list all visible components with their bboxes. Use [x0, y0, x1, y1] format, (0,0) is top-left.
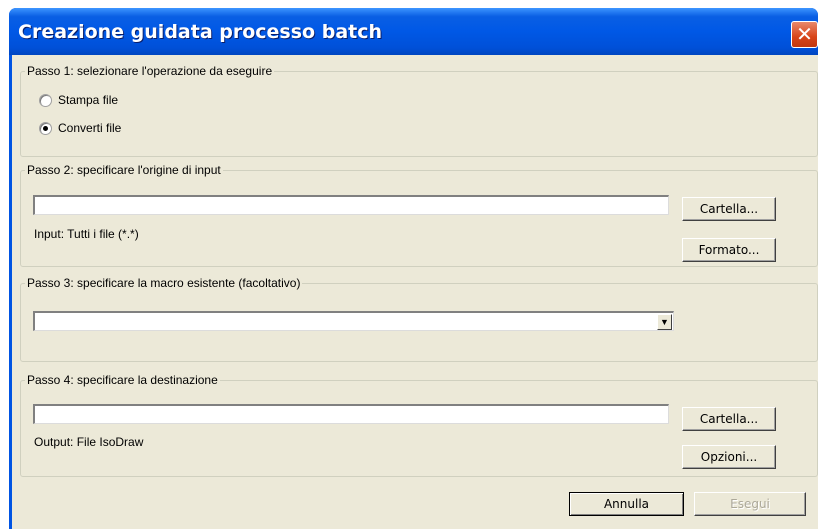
output-options-button[interactable]: Opzioni... [682, 445, 776, 469]
radio-converti-indicator[interactable] [39, 121, 52, 135]
output-folder-button[interactable]: Cartella... [682, 407, 776, 431]
chevron-down-icon[interactable]: ▼ [657, 314, 672, 330]
dialog-window: Creazione guidata processo batch ✕ Passo… [9, 8, 818, 529]
dialog-body: Passo 1: selezionare l'operazione da ese… [12, 55, 818, 529]
title-bar[interactable]: Creazione guidata processo batch ✕ [9, 8, 818, 55]
output-destination-field[interactable] [33, 404, 669, 424]
close-icon: ✕ [796, 22, 813, 46]
input-folder-button[interactable]: Cartella... [682, 197, 776, 221]
radio-stampa-file[interactable]: Stampa file [39, 93, 118, 107]
input-info: Input: Tutti i file (*.*) [34, 227, 139, 241]
macro-select[interactable]: ▼ [33, 311, 674, 331]
output-info: Output: File IsoDraw [34, 435, 144, 449]
cancel-button[interactable]: Annulla [569, 492, 684, 516]
step4-legend: Passo 4: specificare la destinazione [27, 373, 218, 387]
run-button[interactable]: Esegui [694, 492, 806, 516]
close-button[interactable]: ✕ [791, 21, 818, 48]
window-title: Creazione guidata processo batch [18, 21, 383, 43]
step3-legend: Passo 3: specificare la macro esistente … [27, 276, 301, 290]
input-format-button[interactable]: Formato... [682, 238, 776, 262]
radio-stampa-indicator[interactable] [39, 93, 52, 107]
radio-converti-label: Converti file [58, 121, 122, 135]
step2-legend: Passo 2: specificare l'origine di input [27, 163, 221, 177]
radio-converti-file[interactable]: Converti file [39, 121, 121, 135]
step1-legend: Passo 1: selezionare l'operazione da ese… [27, 64, 273, 78]
input-source-field[interactable] [33, 195, 669, 215]
radio-stampa-label: Stampa file [58, 93, 119, 107]
step1-group: Passo 1: selezionare l'operazione da ese… [20, 64, 818, 157]
